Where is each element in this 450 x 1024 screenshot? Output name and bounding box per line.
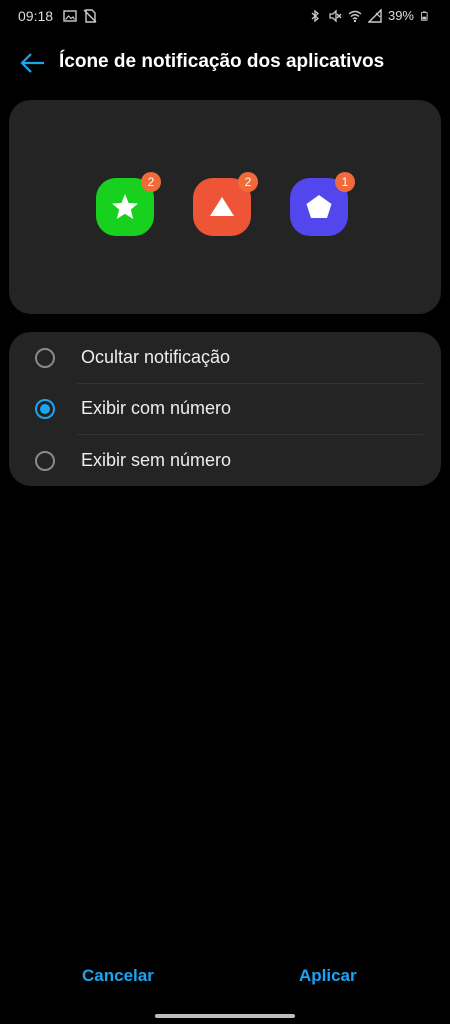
apply-button[interactable]: Aplicar (299, 966, 357, 986)
option-show-without-number[interactable]: Exibir sem número (9, 435, 441, 487)
status-bar: 09:18 39% (0, 0, 450, 34)
radio-button[interactable] (35, 348, 55, 368)
status-time: 09:18 (18, 8, 54, 24)
signal-icon (367, 8, 382, 23)
cancel-button[interactable]: Cancelar (82, 966, 154, 986)
mute-icon (329, 8, 342, 23)
radio-button[interactable] (35, 451, 55, 471)
home-indicator[interactable] (155, 1014, 295, 1018)
notification-badge: 1 (335, 172, 355, 192)
option-hide-notification[interactable]: Ocultar notificação (9, 332, 441, 384)
icon-preview-card: 2 2 1 (9, 100, 441, 314)
option-label: Ocultar notificação (81, 347, 231, 367)
option-label: Exibir sem número (81, 450, 232, 470)
app-bar: Ícone de notificação dos aplicativos (0, 40, 450, 86)
radio-button-selected[interactable] (35, 399, 55, 419)
app-icon-star: 2 (96, 172, 161, 236)
gallery-icon (63, 10, 77, 22)
page-title: Ícone de notificação dos aplicativos (59, 51, 385, 72)
battery-percent: 39% (387, 8, 414, 23)
app-icon-pentagon: 1 (290, 172, 355, 236)
option-label: Exibir com número (81, 398, 232, 418)
back-arrow-icon[interactable] (18, 50, 48, 76)
battery-icon (420, 10, 428, 21)
notification-badge: 2 (141, 172, 161, 192)
app-icon-triangle: 2 (193, 172, 258, 236)
no-sim-icon (83, 9, 97, 23)
option-show-with-number[interactable]: Exibir com número (9, 383, 441, 435)
badge-style-options: Ocultar notificação Exibir com número Ex… (9, 332, 441, 486)
wifi-icon (348, 10, 362, 22)
bluetooth-icon (311, 9, 319, 22)
notification-badge: 2 (238, 172, 258, 192)
